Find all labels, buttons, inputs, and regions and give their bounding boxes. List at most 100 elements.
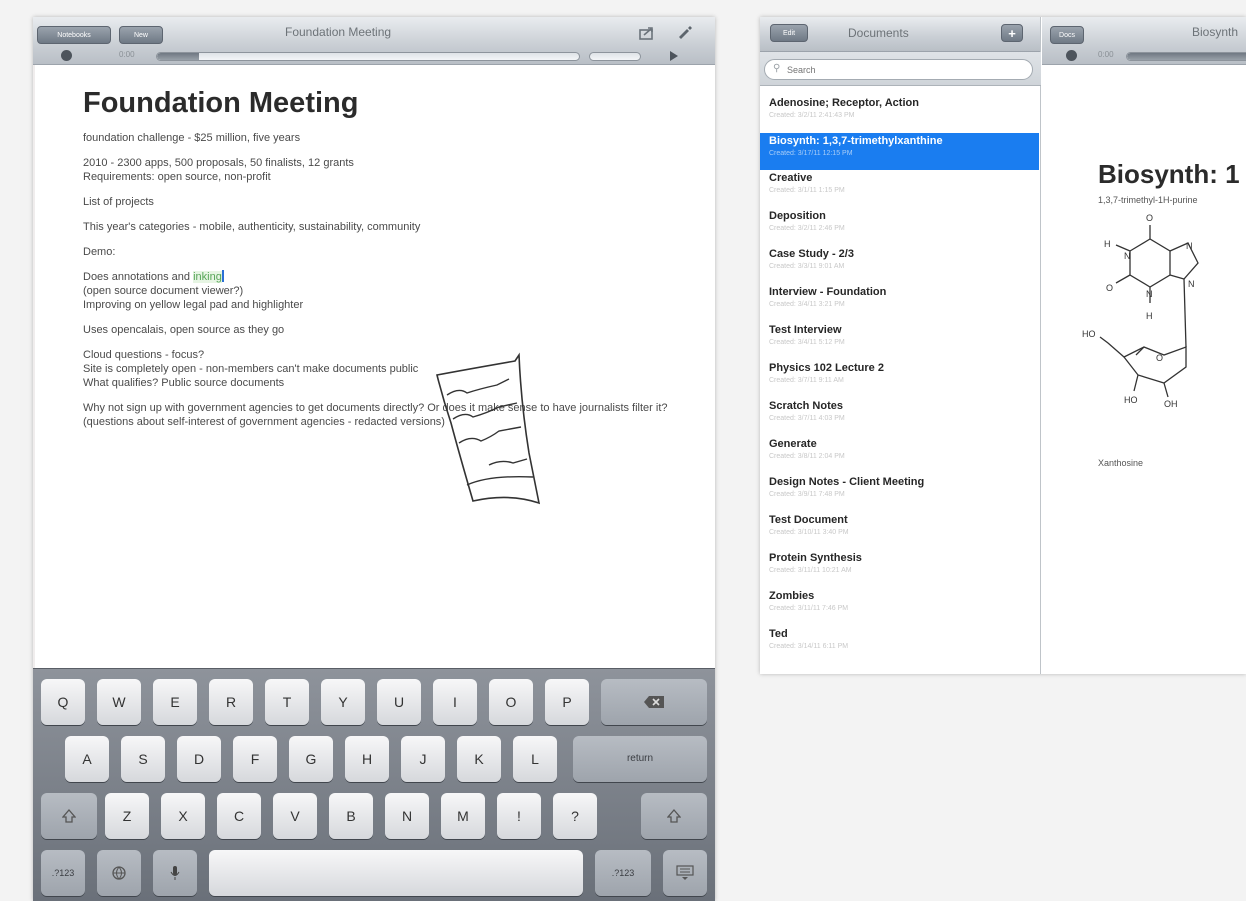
note-paragraph: 2010 - 2300 apps, 500 proposals, 50 fina… <box>83 157 354 183</box>
document-list-item[interactable]: Design Notes - Client Meeting Created: 3/… <box>760 474 1041 512</box>
dictation-key[interactable] <box>153 850 197 896</box>
shift-key-left[interactable] <box>41 793 97 839</box>
document-list-item[interactable]: Deposition Created: 3/2/11 2:46 PM <box>760 208 1041 246</box>
keyboard-dismiss-icon <box>676 865 694 880</box>
document-list-item[interactable]: Creative Created: 3/1/11 1:15 PM <box>760 170 1041 208</box>
document-date: Created: 3/3/11 9:01 AM <box>769 263 845 270</box>
document-list-item[interactable]: Protein Synthesis Created: 3/11/11 10:21 … <box>760 550 1041 588</box>
note-body[interactable]: foundation challenge - $25 million, five… <box>83 131 683 440</box>
shift-key-right[interactable] <box>641 793 707 839</box>
document-title: Adenosine; Receptor, Action <box>769 97 919 109</box>
document-date: Created: 3/8/11 2:04 PM <box>769 453 845 460</box>
dismiss-keyboard-key[interactable] <box>663 850 707 896</box>
new-button[interactable]: New <box>119 26 163 44</box>
atom-o-ring: O <box>1156 353 1163 363</box>
add-icon: + <box>1008 26 1016 41</box>
backspace-key[interactable] <box>601 679 707 725</box>
document-list-item[interactable]: Case Study - 2/3 Created: 3/3/11 9:01 AM <box>760 246 1041 284</box>
numbers-key-left[interactable]: .?123 <box>41 850 85 896</box>
key-h[interactable]: H <box>345 736 389 782</box>
document-title: Design Notes - Client Meeting <box>769 476 925 488</box>
document-title: Test Interview <box>769 324 842 336</box>
progress-track[interactable] <box>156 52 580 61</box>
key-q[interactable]: Q <box>41 679 85 725</box>
key-i[interactable]: I <box>433 679 477 725</box>
atom-oh-bottom: OH <box>1164 399 1178 409</box>
document-title: Case Study - 2/3 <box>769 248 854 260</box>
documents-toolbar: Edit Documents + <box>760 17 1040 52</box>
document-list-item[interactable]: Interview - Foundation Created: 3/4/11 3:… <box>760 284 1041 322</box>
documents-window: Edit Documents + ⚲ Adenosine; Receptor, … <box>760 17 1246 674</box>
note-toolbar: Notebooks New Foundation Meeting 0:00 <box>33 17 715 65</box>
atom-o-left: O <box>1106 283 1113 293</box>
share-icon[interactable] <box>639 26 655 40</box>
document-date: Created: 3/11/11 7:46 PM <box>769 605 849 612</box>
play-icon[interactable] <box>670 51 678 61</box>
key-d[interactable]: D <box>177 736 221 782</box>
key-e[interactable]: E <box>153 679 197 725</box>
note-paragraph: Uses opencalais, open source as they go <box>83 324 285 336</box>
key-p[interactable]: P <box>545 679 589 725</box>
note-paragraph-annotations: Does annotations and inking (open source … <box>83 270 683 312</box>
back-button[interactable]: Docs <box>1050 26 1084 44</box>
search-field[interactable]: ⚲ <box>764 59 1033 80</box>
record-icon[interactable] <box>1066 50 1077 61</box>
atom-h-bottom: H <box>1146 311 1153 321</box>
key-w[interactable]: W <box>97 679 141 725</box>
key-question[interactable]: ? <box>553 793 597 839</box>
document-list-item[interactable]: Physics 102 Lecture 2 Created: 3/7/11 9:1… <box>760 360 1041 398</box>
key-c[interactable]: C <box>217 793 261 839</box>
key-x[interactable]: X <box>161 793 205 839</box>
key-y[interactable]: Y <box>321 679 365 725</box>
document-list-item[interactable]: Adenosine; Receptor, Action Created: 3/2/… <box>760 95 1041 133</box>
key-v[interactable]: V <box>273 793 317 839</box>
document-list-item[interactable]: Biosynth: 1,3,7-trimethylxanthine Created… <box>760 133 1039 170</box>
key-o[interactable]: O <box>489 679 533 725</box>
document-date: Created: 3/7/11 9:11 AM <box>769 377 844 384</box>
numbers-key-right[interactable]: .?123 <box>595 850 651 896</box>
key-m[interactable]: M <box>441 793 485 839</box>
document-date: Created: 3/2/11 2:46 PM <box>769 225 845 232</box>
key-u[interactable]: U <box>377 679 421 725</box>
space-bar[interactable] <box>209 850 583 896</box>
document-list-item[interactable]: Scratch Notes Created: 3/7/11 4:03 PM <box>760 398 1041 436</box>
detail-progress-track[interactable] <box>1126 52 1246 61</box>
edit-button[interactable]: Edit <box>770 24 808 42</box>
document-list-item[interactable]: Test Document Created: 3/10/11 3:40 PM <box>760 512 1041 550</box>
detail-elapsed-time: 0:00 <box>1098 50 1114 59</box>
key-exclamation[interactable]: ! <box>497 793 541 839</box>
key-b[interactable]: B <box>329 793 373 839</box>
key-r[interactable]: R <box>209 679 253 725</box>
key-t[interactable]: T <box>265 679 309 725</box>
key-s[interactable]: S <box>121 736 165 782</box>
sketch-drawing[interactable] <box>429 343 553 509</box>
detail-audio-scrubber: 0:00 <box>1042 48 1246 64</box>
record-icon[interactable] <box>61 50 72 61</box>
backspace-icon <box>644 696 664 708</box>
highlighted-word[interactable]: inking <box>193 271 222 283</box>
key-l[interactable]: L <box>513 736 557 782</box>
notebooks-button[interactable]: Notebooks <box>37 26 111 44</box>
add-document-button[interactable]: + <box>1001 24 1023 42</box>
document-list-item[interactable]: Ted Created: 3/14/11 6:11 PM <box>760 626 1041 664</box>
note-paragraph: Cloud questions - focus? Site is complet… <box>83 349 419 389</box>
document-list-item[interactable]: Generate Created: 3/8/11 2:04 PM <box>760 436 1041 474</box>
key-g[interactable]: G <box>289 736 333 782</box>
key-j[interactable]: J <box>401 736 445 782</box>
document-list-item[interactable]: Zombies Created: 3/11/11 7:46 PM <box>760 588 1041 626</box>
volume-track[interactable] <box>589 52 641 61</box>
key-f[interactable]: F <box>233 736 277 782</box>
document-list-item[interactable]: Test Interview Created: 3/4/11 5:12 PM <box>760 322 1041 360</box>
return-key[interactable]: return <box>573 736 707 782</box>
key-n[interactable]: N <box>385 793 429 839</box>
search-input[interactable] <box>787 62 1017 77</box>
key-k[interactable]: K <box>457 736 501 782</box>
document-title: Biosynth: 1,3,7-trimethylxanthine <box>769 135 943 147</box>
globe-icon <box>112 866 126 880</box>
globe-key[interactable] <box>97 850 141 896</box>
atom-n-right2: N <box>1188 279 1195 289</box>
key-a[interactable]: A <box>65 736 109 782</box>
key-z[interactable]: Z <box>105 793 149 839</box>
pencil-icon[interactable] <box>676 24 692 40</box>
documents-list-pane: Edit Documents + ⚲ Adenosine; Receptor, … <box>760 17 1041 674</box>
